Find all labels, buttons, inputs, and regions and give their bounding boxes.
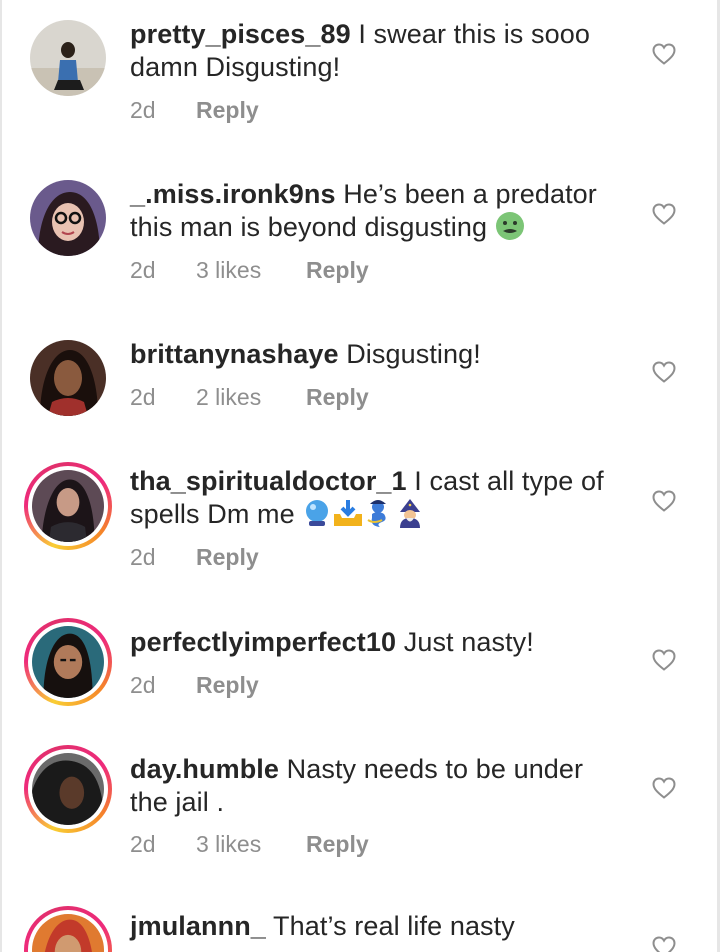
comment-message: I cast all type of bbox=[414, 466, 604, 496]
comment-message-line2: spells Dm me bbox=[130, 499, 295, 529]
comment-username[interactable]: pretty_pisces_89 bbox=[130, 19, 351, 49]
avatar[interactable] bbox=[30, 20, 106, 96]
comment-message: I swear this is sooo bbox=[358, 19, 590, 49]
comment-message: Nasty needs to be under bbox=[286, 754, 584, 784]
avatar-icon bbox=[32, 626, 104, 698]
like-count[interactable]: 3 likes bbox=[196, 831, 306, 858]
comment-timestamp: 2d bbox=[130, 97, 156, 123]
heart-outline-icon[interactable] bbox=[652, 649, 676, 671]
avatar[interactable] bbox=[24, 618, 112, 706]
avatar-icon bbox=[32, 753, 104, 825]
reply-button[interactable]: Reply bbox=[306, 831, 369, 858]
comment-message: Disgusting! bbox=[346, 339, 481, 369]
comment-text: brittanynashaye Disgusting! bbox=[130, 338, 610, 371]
comment-item: perfectlyimperfect10 Just nasty! 2d Reply bbox=[0, 610, 720, 740]
comment-text: _.miss.ironk9ns He’s been a predator thi… bbox=[130, 178, 610, 244]
comment-username[interactable]: perfectlyimperfect10 bbox=[130, 627, 396, 657]
comment-message: That’s real life nasty bbox=[273, 911, 515, 941]
comment-item: tha_spiritualdoctor_1 I cast all type of… bbox=[0, 450, 720, 610]
comment-timestamp: 2d bbox=[130, 672, 156, 698]
avatar-icon bbox=[32, 470, 104, 542]
comment-timestamp: 2d bbox=[130, 257, 156, 283]
comment-message: He’s been a predator bbox=[343, 179, 597, 209]
like-count[interactable]: 3 likes bbox=[196, 257, 306, 284]
heart-outline-icon[interactable] bbox=[652, 361, 676, 383]
comment-meta: 2d 2 likes Reply bbox=[130, 384, 369, 411]
comment-item: day.humble Nasty needs to be under the j… bbox=[0, 740, 720, 900]
like-count[interactable]: 2 likes bbox=[196, 384, 306, 411]
heart-outline-icon[interactable] bbox=[652, 936, 676, 952]
comment-meta: 2d Reply bbox=[130, 544, 259, 571]
comment-text: tha_spiritualdoctor_1 I cast all type of… bbox=[130, 465, 610, 531]
avatar-icon bbox=[30, 180, 106, 256]
comment-username[interactable]: brittanynashaye bbox=[130, 339, 339, 369]
comment-meta: 2d 3 likes Reply bbox=[130, 831, 369, 858]
heart-outline-icon[interactable] bbox=[652, 203, 676, 225]
story-ring bbox=[28, 910, 108, 952]
comment-timestamp: 2d bbox=[130, 384, 156, 410]
reply-button[interactable]: Reply bbox=[196, 544, 259, 571]
comment-message: Just nasty! bbox=[403, 627, 534, 657]
story-ring bbox=[28, 622, 108, 702]
comment-text: pretty_pisces_89 I swear this is sooo da… bbox=[130, 18, 610, 84]
avatar[interactable] bbox=[24, 462, 112, 550]
comment-username[interactable]: _.miss.ironk9ns bbox=[130, 179, 336, 209]
reply-button[interactable]: Reply bbox=[196, 672, 259, 699]
story-ring bbox=[28, 749, 108, 829]
comment-username[interactable]: tha_spiritualdoctor_1 bbox=[130, 466, 407, 496]
nauseated-face-icon bbox=[495, 212, 524, 240]
avatar[interactable] bbox=[24, 745, 112, 833]
comment-meta: 2d Reply bbox=[130, 672, 259, 699]
avatar-icon bbox=[30, 20, 106, 96]
comment-item: _.miss.ironk9ns He’s been a predator thi… bbox=[0, 160, 720, 320]
comment-message-line2: damn Disgusting! bbox=[130, 52, 341, 82]
comment-meta: 2d 3 likes Reply bbox=[130, 257, 369, 284]
crystal-ball-icon bbox=[306, 500, 329, 526]
comment-timestamp: 2d bbox=[130, 831, 156, 857]
avatar-icon bbox=[32, 914, 104, 952]
comment-text: perfectlyimperfect10 Just nasty! bbox=[130, 626, 610, 659]
comment-message-line2: the jail . bbox=[130, 787, 225, 817]
heart-outline-icon[interactable] bbox=[652, 777, 676, 799]
avatar[interactable] bbox=[30, 180, 106, 256]
comment-item: jmulannn_ That’s real life nasty bbox=[0, 900, 720, 952]
reply-button[interactable]: Reply bbox=[306, 384, 369, 411]
reply-button[interactable]: Reply bbox=[196, 97, 259, 124]
heart-outline-icon[interactable] bbox=[652, 490, 676, 512]
reply-button[interactable]: Reply bbox=[306, 257, 369, 284]
avatar[interactable] bbox=[30, 340, 106, 416]
comment-message-line2: this man is beyond disgusting bbox=[130, 212, 488, 242]
story-ring bbox=[28, 466, 108, 546]
mage-icon bbox=[400, 499, 421, 528]
genie-icon bbox=[367, 500, 387, 527]
comment-text: day.humble Nasty needs to be under the j… bbox=[130, 753, 610, 819]
inbox-tray-icon bbox=[334, 500, 363, 526]
avatar[interactable] bbox=[24, 906, 112, 952]
comment-item: pretty_pisces_89 I swear this is sooo da… bbox=[0, 0, 720, 160]
comment-timestamp: 2d bbox=[130, 544, 156, 570]
comment-username[interactable]: day.humble bbox=[130, 754, 279, 784]
comments-screen: pretty_pisces_89 I swear this is sooo da… bbox=[0, 0, 720, 952]
avatar-icon bbox=[30, 340, 106, 416]
heart-outline-icon[interactable] bbox=[652, 43, 676, 65]
comment-meta: 2d Reply bbox=[130, 97, 259, 124]
comment-item: brittanynashaye Disgusting! 2d 2 likes Rep… bbox=[0, 320, 720, 450]
comment-text: jmulannn_ That’s real life nasty bbox=[130, 910, 610, 943]
comment-username[interactable]: jmulannn_ bbox=[130, 911, 266, 941]
